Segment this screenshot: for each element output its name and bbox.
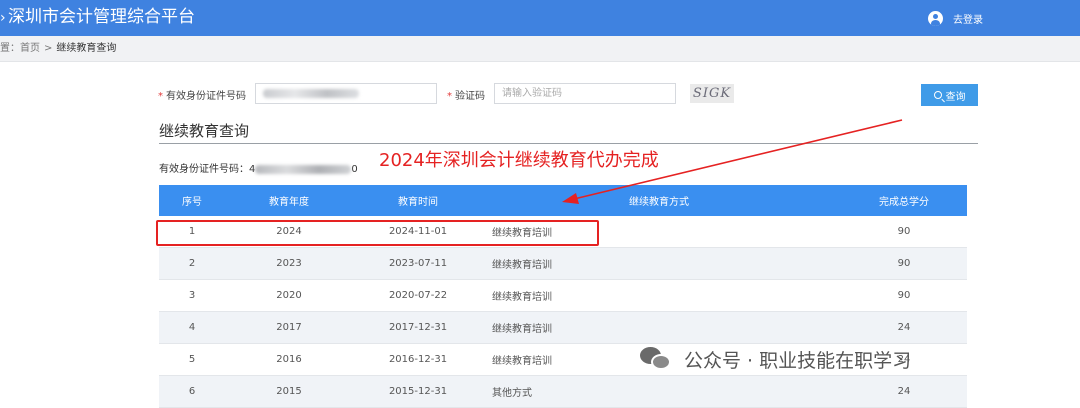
login-link[interactable]: 去登录	[928, 9, 983, 27]
redacted-id-display	[255, 164, 352, 174]
breadcrumb-separator: >	[44, 43, 53, 54]
table-row: 3 2020 2020-07-22 继续教育培训 90	[159, 280, 967, 312]
breadcrumb-current: 继续教育查询	[56, 43, 117, 54]
id-number-display: 有效身份证件号码：4 0	[159, 164, 358, 175]
table-row: 4 2017 2017-12-31 继续教育培训 24	[159, 312, 967, 344]
header-credits: 完成总学分	[879, 197, 929, 208]
search-icon	[933, 91, 942, 99]
chevron-right-icon: ›	[0, 10, 6, 26]
header-method: 继续教育方式	[629, 197, 689, 208]
header-index: 序号	[182, 197, 202, 208]
login-label: 去登录	[953, 14, 983, 26]
captcha-label: * 验证码	[447, 91, 485, 102]
section-divider	[159, 143, 978, 144]
user-avatar-icon	[928, 10, 943, 26]
captcha-image[interactable]: SIGK	[690, 84, 734, 103]
annotation-highlight-box	[156, 220, 599, 246]
header-year: 教育年度	[269, 197, 309, 208]
breadcrumb-prefix: 置：	[0, 43, 20, 54]
id-number-input[interactable]	[255, 83, 437, 104]
redacted-id-value	[263, 89, 359, 98]
query-button[interactable]: 查询	[921, 84, 978, 106]
wechat-icon	[640, 345, 674, 373]
watermark-text: 公众号 · 职业技能在职学习	[684, 349, 912, 372]
section-title: 继续教育查询	[159, 122, 250, 140]
education-records-table: 序号 教育年度 教育时间 继续教育方式 完成总学分 1 2024 2024-11…	[159, 185, 967, 408]
top-header: › 深圳市会计管理综合平台 去登录	[0, 0, 1080, 36]
captcha-input[interactable]: 请输入验证码	[494, 83, 676, 104]
annotation-text: 2024年深圳会计继续教育代办完成	[379, 150, 659, 171]
breadcrumb: 置：首页 > 继续教育查询	[0, 36, 1080, 62]
table-row: 6 2015 2015-12-31 其他方式 24	[159, 376, 967, 408]
breadcrumb-home[interactable]: 首页	[20, 36, 40, 62]
id-number-label: * 有效身份证件号码	[158, 91, 246, 102]
table-row: 2 2023 2023-07-11 继续教育培训 90	[159, 248, 967, 280]
header-date: 教育时间	[398, 197, 438, 208]
platform-title: › 深圳市会计管理综合平台	[0, 5, 195, 30]
table-header: 序号 教育年度 教育时间 继续教育方式 完成总学分	[159, 185, 967, 216]
watermark: 公众号 · 职业技能在职学习	[640, 344, 911, 374]
